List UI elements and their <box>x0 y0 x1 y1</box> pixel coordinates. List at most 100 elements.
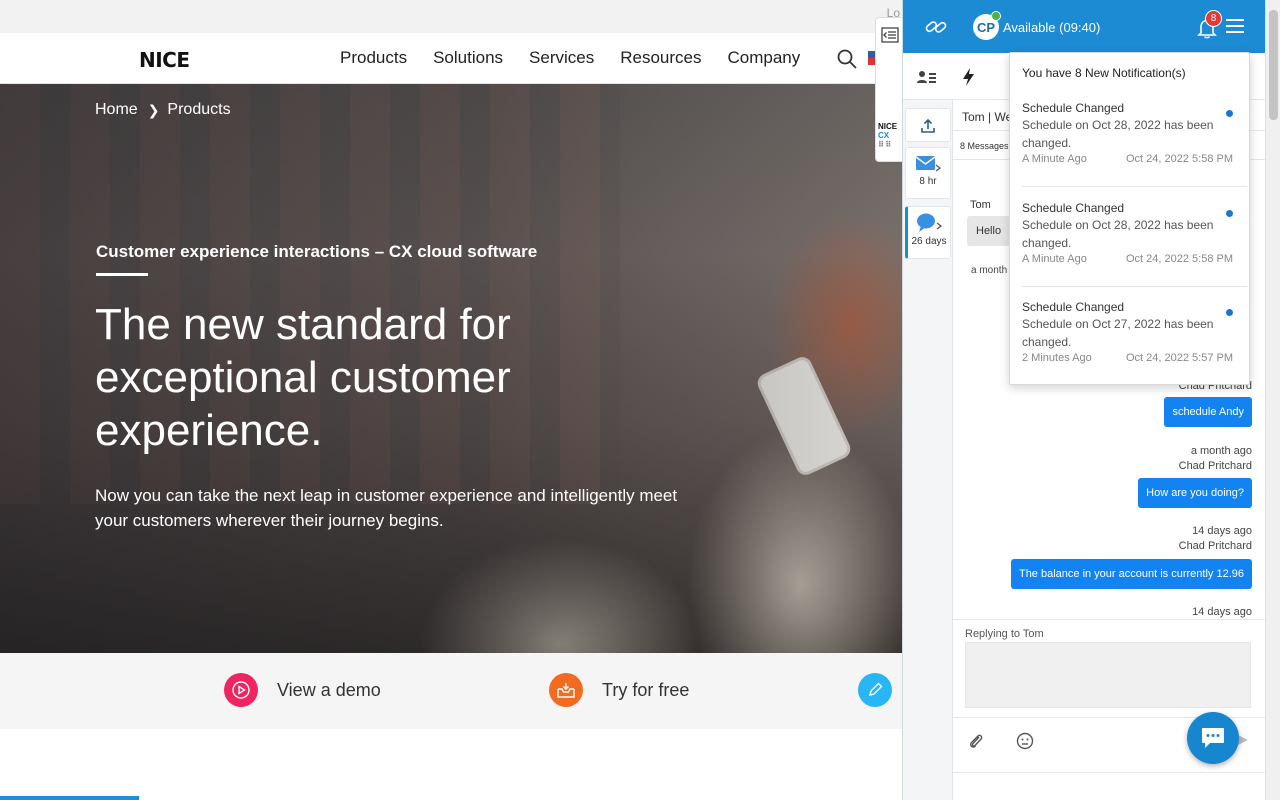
scrollbar-thumb[interactable] <box>1269 10 1278 120</box>
emoji-icon[interactable] <box>1016 732 1034 750</box>
link-icon[interactable] <box>923 15 949 39</box>
page-progress-bar <box>0 796 139 800</box>
nav-solutions[interactable]: Solutions <box>433 48 503 68</box>
chevron-right-icon: ❯ <box>147 101 160 118</box>
try-free-link[interactable]: Try for free <box>549 673 689 707</box>
collapse-panel-icon[interactable] <box>881 27 899 43</box>
notification-title: Schedule Changed <box>1022 201 1125 215</box>
agent-widget-tab[interactable]: NICE CX ⠿⠿ <box>875 17 902 162</box>
nav-company[interactable]: Company <box>727 48 800 68</box>
notification-body: Schedule on Oct 27, 2022 has been change… <box>1022 317 1214 349</box>
notification-timestamp: Oct 24, 2022 5:57 PM <box>1125 352 1233 364</box>
chat-age: 26 days <box>911 236 947 247</box>
chat-launcher-button[interactable] <box>1187 712 1239 764</box>
website: Lo NICE Products Solutions Services Reso… <box>0 0 902 800</box>
notification-relative-time: 2 Minutes Ago <box>1022 352 1092 364</box>
main-nav: Products Solutions Services Resources Co… <box>340 48 826 68</box>
contact-link[interactable] <box>858 673 902 707</box>
site-navbar: NICE Products Solutions Services Resourc… <box>0 33 902 84</box>
notification-body: Schedule on Oct 28, 2022 has been change… <box>1022 218 1214 250</box>
email-icon <box>915 156 941 172</box>
nice-logo[interactable]: NICE <box>139 48 190 72</box>
outgoing-message: How are you doing? <box>1138 478 1252 508</box>
unread-dot <box>1226 309 1233 316</box>
incoming-time: a month <box>971 265 1008 276</box>
incoming-message: Hello <box>967 216 1011 246</box>
message-time: 14 days ago <box>1192 606 1252 618</box>
message-sender: Chad Pritchard <box>1178 540 1252 552</box>
inbox-icon <box>549 673 583 707</box>
replying-to-label: Replying to Tom <box>965 628 1044 640</box>
menu-icon[interactable] <box>1226 19 1244 35</box>
nav-services[interactable]: Services <box>529 48 594 68</box>
notification-timestamp: Oct 24, 2022 5:58 PM <box>1125 153 1233 165</box>
email-age: 8 hr <box>919 176 937 187</box>
agent-header: CP Available (09:40) 8 <box>903 0 1266 53</box>
message-time: a month ago <box>1190 445 1252 457</box>
notification-count-badge: 8 <box>1205 10 1222 27</box>
online-status-dot <box>991 11 1001 21</box>
rail-upload[interactable] <box>905 108 951 142</box>
notification-item[interactable]: Schedule Changed Schedule on Oct 27, 202… <box>1022 299 1247 375</box>
hero-description: Now you can take the next leap in custom… <box>95 486 678 530</box>
notification-timestamp: Oct 24, 2022 5:58 PM <box>1125 253 1233 265</box>
notification-footer: A Minute Ago Oct 24, 2022 5:58 PM <box>1022 253 1233 265</box>
breadcrumb-home[interactable]: Home <box>95 101 138 119</box>
message-meta: 14 days ago <box>1192 605 1252 619</box>
composer-footer <box>953 772 1266 800</box>
view-demo-label: View a demo <box>277 679 381 700</box>
notification-title: Schedule Changed <box>1022 101 1125 115</box>
notifications-header: You have 8 New Notification(s) <box>1022 66 1186 80</box>
notification-item[interactable]: Schedule Changed Schedule on Oct 28, 202… <box>1022 200 1247 287</box>
breadcrumb: Home ❯ Products <box>95 101 231 119</box>
rail-chat[interactable]: 26 days <box>905 206 951 259</box>
unread-dot <box>1226 210 1233 217</box>
lightning-icon[interactable] <box>958 66 980 88</box>
reply-input[interactable] <box>965 642 1251 708</box>
search-icon[interactable] <box>836 48 858 70</box>
notification-title: Schedule Changed <box>1022 300 1125 314</box>
breadcrumb-products[interactable]: Products <box>167 101 230 119</box>
notification-item[interactable]: Schedule Changed Schedule on Oct 28, 202… <box>1022 100 1247 187</box>
message-count: 8 Messages <box>960 141 1009 151</box>
conversation-title: Tom | We <box>962 110 1013 124</box>
try-free-label: Try for free <box>602 679 690 700</box>
unread-dot <box>1226 110 1233 117</box>
notification-footer: A Minute Ago Oct 24, 2022 5:58 PM <box>1022 153 1233 165</box>
grid-dots-icon: ⠿⠿ <box>878 140 893 149</box>
contacts-icon[interactable] <box>916 66 938 88</box>
window-scrollbar[interactable] <box>1265 0 1280 800</box>
hero-eyebrow: Customer experience interactions – CX cl… <box>96 242 538 261</box>
message-meta: 14 days ago Chad Pritchard <box>1179 524 1252 554</box>
reply-composer: Replying to Tom <box>953 619 1266 800</box>
browser-page: Lo NICE Products Solutions Services Reso… <box>0 0 1280 800</box>
incoming-sender: Tom <box>970 199 991 211</box>
outgoing-message: schedule Andy <box>1164 397 1252 427</box>
hero-banner: Home ❯ Products Customer experience inte… <box>0 84 902 653</box>
site-top-strip: Lo <box>0 0 902 33</box>
nav-products[interactable]: Products <box>340 48 407 68</box>
message-sender: Chad Pritchard <box>1178 460 1252 472</box>
nice-cx-logo: NICE CX ⠿⠿ <box>878 122 898 149</box>
view-demo-link[interactable]: View a demo <box>224 673 381 707</box>
attachment-icon[interactable] <box>968 732 984 750</box>
outgoing-message: The balance in your account is currently… <box>1010 559 1252 589</box>
notifications-dropdown: You have 8 New Notification(s) Schedule … <box>1009 52 1250 385</box>
play-icon <box>224 673 258 707</box>
message-time: 14 days ago <box>1192 525 1252 537</box>
notification-relative-time: A Minute Ago <box>1022 253 1087 265</box>
site-lower-section <box>0 729 902 800</box>
notification-body: Schedule on Oct 28, 2022 has been change… <box>1022 118 1214 150</box>
upload-icon <box>921 118 935 133</box>
notification-footer: 2 Minutes Ago Oct 24, 2022 5:57 PM <box>1022 352 1233 364</box>
cta-bar: View a demo Try for free <box>0 653 902 729</box>
message-meta: a month ago Chad Pritchard <box>1179 444 1252 474</box>
eyebrow-divider <box>96 273 148 276</box>
chat-icon <box>917 213 942 232</box>
message-icon <box>1202 728 1224 748</box>
notification-relative-time: A Minute Ago <box>1022 153 1087 165</box>
rail-email[interactable]: 8 hr <box>905 147 951 199</box>
interaction-rail: 8 hr 26 days <box>903 100 953 800</box>
agent-status[interactable]: Available (09:40) <box>1003 20 1100 35</box>
nav-resources[interactable]: Resources <box>620 48 701 68</box>
